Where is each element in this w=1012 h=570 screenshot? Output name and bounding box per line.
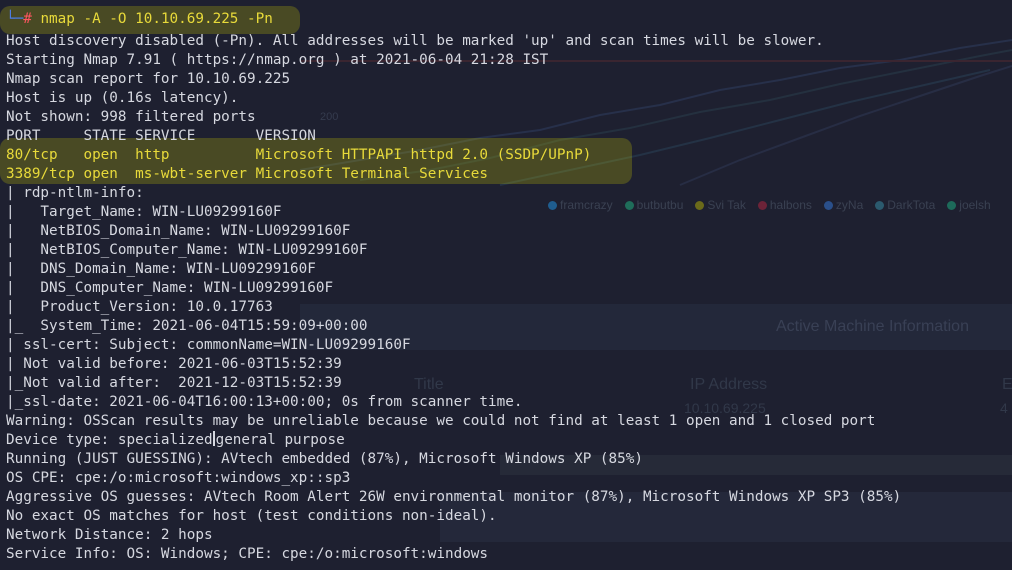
output-line: Running (JUST GUESSING): AVtech embedded… xyxy=(6,451,643,467)
text-cursor xyxy=(212,431,215,446)
output-line: No exact OS matches for host (test condi… xyxy=(6,508,497,524)
port-row-80: 80/tcp open http Microsoft HTTPAPI httpd… xyxy=(6,147,592,163)
output-line: | NetBIOS_Domain_Name: WIN-LU09299160F xyxy=(6,223,351,239)
output-line: Host discovery disabled (-Pn). All addre… xyxy=(6,33,824,49)
output-line: Service Info: OS: Windows; CPE: cpe:/o:m… xyxy=(6,546,489,562)
output-line: Not shown: 998 filtered ports xyxy=(6,109,256,125)
output-line: Network Distance: 2 hops xyxy=(6,527,213,543)
output-line: | Product_Version: 10.0.17763 xyxy=(6,299,273,315)
device-type-label: Device type: specialized xyxy=(6,432,213,448)
output-line: Aggressive OS guesses: AVtech Room Alert… xyxy=(6,489,902,505)
output-line: Host is up (0.16s latency). xyxy=(6,90,239,106)
device-type-rest: general purpose xyxy=(215,432,345,448)
port-table-header: PORT STATE SERVICE VERSION xyxy=(6,128,316,144)
output-line: | DNS_Computer_Name: WIN-LU09299160F xyxy=(6,280,334,296)
output-line: OS CPE: cpe:/o:microsoft:windows_xp::sp3 xyxy=(6,470,351,486)
output-line: Starting Nmap 7.91 ( https://nmap.org ) … xyxy=(6,52,549,68)
prompt-branch: └─ xyxy=(6,11,24,27)
port-row-3389: 3389/tcp open ms-wbt-server Microsoft Te… xyxy=(6,166,489,182)
output-line: Nmap scan report for 10.10.69.225 xyxy=(6,71,291,87)
output-line: |_ssl-date: 2021-06-04T16:00:13+00:00; 0… xyxy=(6,394,523,410)
output-line: Warning: OSScan results may be unreliabl… xyxy=(6,413,876,429)
output-line: | Not valid before: 2021-06-03T15:52:39 xyxy=(6,356,342,372)
terminal-window[interactable]: └─# nmap -A -O 10.10.69.225 -Pn Host dis… xyxy=(0,0,1012,570)
output-line: | ssl-cert: Subject: commonName=WIN-LU09… xyxy=(6,337,411,353)
output-line: | Target_Name: WIN-LU09299160F xyxy=(6,204,282,220)
command-text: nmap -A -O 10.10.69.225 -Pn xyxy=(40,11,273,27)
output-line: | NetBIOS_Computer_Name: WIN-LU09299160F xyxy=(6,242,368,258)
output-line: Device type: specialized general purpose xyxy=(6,431,345,450)
prompt-symbol: # xyxy=(23,11,32,27)
output-line: |_ System_Time: 2021-06-04T15:59:09+00:0… xyxy=(6,318,368,334)
output-line: | DNS_Domain_Name: WIN-LU09299160F xyxy=(6,261,316,277)
prompt-line: └─# nmap -A -O 10.10.69.225 -Pn xyxy=(6,10,273,29)
output-line: |_Not valid after: 2021-12-03T15:52:39 xyxy=(6,375,342,391)
output-line: | rdp-ntlm-info: xyxy=(6,185,144,201)
